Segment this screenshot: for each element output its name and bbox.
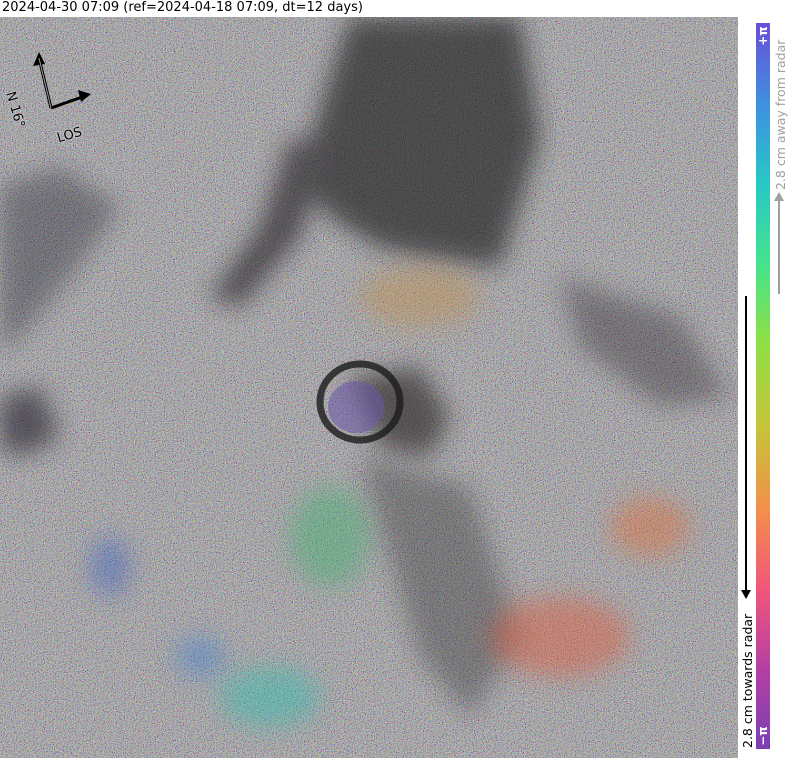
orientation-compass: N 16° LOS bbox=[3, 50, 110, 146]
interferogram-svg bbox=[0, 17, 738, 758]
crater-floor bbox=[328, 381, 384, 433]
away-from-radar-label: 2.8 cm away from radar bbox=[773, 39, 788, 190]
phase-colorbar bbox=[756, 23, 770, 749]
towards-radar-label: 2.8 cm towards radar bbox=[740, 613, 755, 748]
interferogram-image bbox=[0, 17, 738, 758]
colorbar-bottom-label: −π bbox=[756, 726, 771, 746]
away-arrow-line bbox=[778, 196, 780, 294]
colorbar-top-label: +π bbox=[756, 26, 771, 46]
toward-arrow-icon bbox=[741, 590, 751, 599]
toward-arrow-line bbox=[745, 296, 747, 590]
image-title: 2024-04-30 07:09 (ref=2024-04-18 07:09, … bbox=[2, 0, 363, 15]
